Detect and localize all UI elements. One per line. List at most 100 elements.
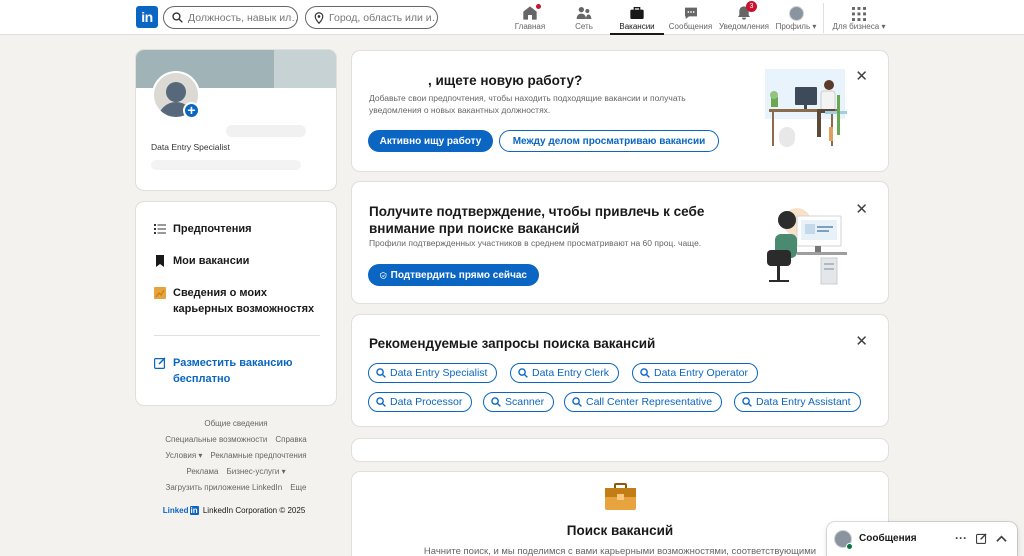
nav-messaging[interactable]: Сообщения <box>667 3 714 35</box>
network-icon <box>576 7 592 19</box>
list-icon <box>154 224 166 234</box>
profile-card[interactable]: Data Entry Specialist <box>136 50 336 190</box>
search-input[interactable]: Должность, навык ил… <box>163 6 298 29</box>
footer-link[interactable]: Загрузить приложение LinkedIn <box>165 483 282 492</box>
grid-icon <box>852 7 866 21</box>
verify-now-button[interactable]: Подтвердить прямо сейчас <box>368 264 539 286</box>
footer-link[interactable]: Бизнес-услуги ▾ <box>226 467 285 476</box>
messaging-icon <box>684 7 697 19</box>
close-icon[interactable]: ✕ <box>855 69 868 84</box>
notification-badge: 3 <box>746 1 757 12</box>
nav-messaging-label: Сообщения <box>668 22 713 31</box>
query-pill[interactable]: Data Processor <box>368 392 473 412</box>
card1-description: Добавьте свои предпочтения, чтобы находи… <box>369 93 686 115</box>
menu-my-jobs-label: Мои вакансии <box>173 255 250 267</box>
location-pin-icon <box>314 11 324 24</box>
footer-link[interactable]: Рекламные предпочтения <box>210 451 306 460</box>
edit-icon <box>154 357 166 369</box>
nav-network[interactable]: Сеть <box>565 3 603 35</box>
compose-icon[interactable] <box>976 533 987 544</box>
home-notification-dot <box>535 3 542 10</box>
profile-headline: Data Entry Specialist <box>151 142 230 152</box>
search-icon <box>376 397 386 407</box>
card1-title: , ищете новую работу? <box>428 73 583 88</box>
verification-illustration <box>767 208 847 285</box>
profile-avatar <box>788 6 804 21</box>
global-nav: in Должность, навык ил… Город, область и… <box>0 0 1024 35</box>
shield-check-icon <box>380 271 387 279</box>
location-input[interactable]: Город, область или и… <box>305 6 438 29</box>
menu-post-job-label: Разместить вакансию бесплатно <box>173 357 293 385</box>
page-footer: Общие сведения Специальные возможности Сп… <box>136 416 336 519</box>
query-pill[interactable]: Data Entry Assistant <box>734 392 861 412</box>
briefcase-icon <box>630 7 644 19</box>
add-photo-button[interactable]: + <box>183 102 200 119</box>
query-pill[interactable]: Data Entry Operator <box>632 363 758 383</box>
footer-link[interactable]: Справка <box>275 435 306 444</box>
search-icon <box>376 368 386 378</box>
nav-business-label: Для бизнеса <box>832 22 880 31</box>
chevron-up-icon[interactable] <box>996 534 1007 543</box>
nav-home[interactable]: Главная <box>510 3 550 35</box>
close-icon[interactable]: ✕ <box>855 334 868 349</box>
messaging-overlay[interactable]: Сообщения ··· <box>827 522 1017 556</box>
query-pill[interactable]: Data Entry Clerk <box>510 363 620 383</box>
card2-description: Профили подтвержденных участников в сред… <box>369 238 702 248</box>
chevron-down-icon: ▾ <box>881 22 886 31</box>
online-status-dot <box>846 543 853 550</box>
close-icon[interactable]: ✕ <box>855 202 868 217</box>
search-icon <box>742 397 752 407</box>
search-icon <box>572 397 582 407</box>
nav-profile[interactable]: Профиль ▾ <box>772 3 820 35</box>
more-icon[interactable]: ··· <box>955 531 967 545</box>
location-placeholder: Город, область или и… <box>329 11 438 24</box>
menu-divider <box>154 335 320 336</box>
linkedin-footer-logo: Linked in <box>162 506 199 515</box>
menu-preferences-label: Предпочтения <box>173 223 252 235</box>
nav-business[interactable]: Для бизнеса ▾ <box>830 3 888 35</box>
footer-link[interactable]: Реклама <box>186 467 218 476</box>
search-icon <box>640 368 650 378</box>
footer-link[interactable]: Условия ▾ <box>165 451 202 460</box>
nav-network-label: Сеть <box>575 22 593 31</box>
job-seeker-illustration <box>765 69 847 147</box>
redacted-location <box>151 160 301 170</box>
nav-divider <box>823 3 824 33</box>
footer-link[interactable]: Общие сведения <box>204 419 267 428</box>
actively-looking-button[interactable]: Активно ищу работу <box>368 130 493 152</box>
menu-preferences[interactable]: Предпочтения <box>154 221 252 237</box>
query-pill[interactable]: Data Entry Specialist <box>368 363 498 383</box>
nav-jobs[interactable]: Вакансии <box>610 3 664 35</box>
casually-browsing-button[interactable]: Между делом просматриваю вакансии <box>499 130 719 152</box>
search-icon <box>491 397 501 407</box>
query-pill[interactable]: Call Center Representative <box>564 392 723 412</box>
empty-card <box>352 439 888 461</box>
verification-card: Получите подтверждение, чтобы привлечь к… <box>352 182 888 303</box>
query-pill[interactable]: Scanner <box>483 392 555 412</box>
footer-link[interactable]: Еще <box>290 483 306 492</box>
nav-notifications[interactable]: 3 Уведомления <box>718 1 770 35</box>
suggested-searches-card: Рекомендуемые запросы поиска вакансий ✕ … <box>352 315 888 426</box>
nav-profile-label: Профиль <box>775 22 811 31</box>
footer-link[interactable]: Специальные возможности <box>165 435 267 444</box>
bookmark-icon <box>156 255 164 267</box>
menu-career-insights-label: Сведения о моих карьерных возможностях <box>173 287 315 315</box>
footer-copyright: LinkedIn Corporation © 2025 <box>202 506 306 515</box>
menu-my-jobs[interactable]: Мои вакансии <box>154 253 249 269</box>
menu-career-insights[interactable]: Сведения о моих карьерных возможностях <box>154 285 324 317</box>
chevron-down-icon: ▾ <box>812 22 817 31</box>
card2-title: Получите подтверждение, чтобы привлечь к… <box>369 204 705 236</box>
job-search-title: Поиск вакансий <box>566 523 674 538</box>
nav-jobs-label: Вакансии <box>619 22 655 31</box>
redacted-name <box>226 125 306 137</box>
card3-title: Рекомендуемые запросы поиска вакансий <box>369 336 656 351</box>
nav-home-label: Главная <box>514 22 546 31</box>
verify-now-label: Подтвердить прямо сейчас <box>390 269 527 281</box>
briefcase-illustration <box>605 483 636 510</box>
search-icon <box>518 368 528 378</box>
jobs-sidebar-menu: Предпочтения Мои вакансии Сведения о мои… <box>136 202 336 405</box>
menu-post-job[interactable]: Разместить вакансию бесплатно <box>154 355 304 387</box>
job-search-description: Начните поиск, и мы поделимся с вами кар… <box>423 546 817 556</box>
linkedin-logo[interactable]: in <box>136 6 158 28</box>
insights-icon <box>154 287 166 299</box>
